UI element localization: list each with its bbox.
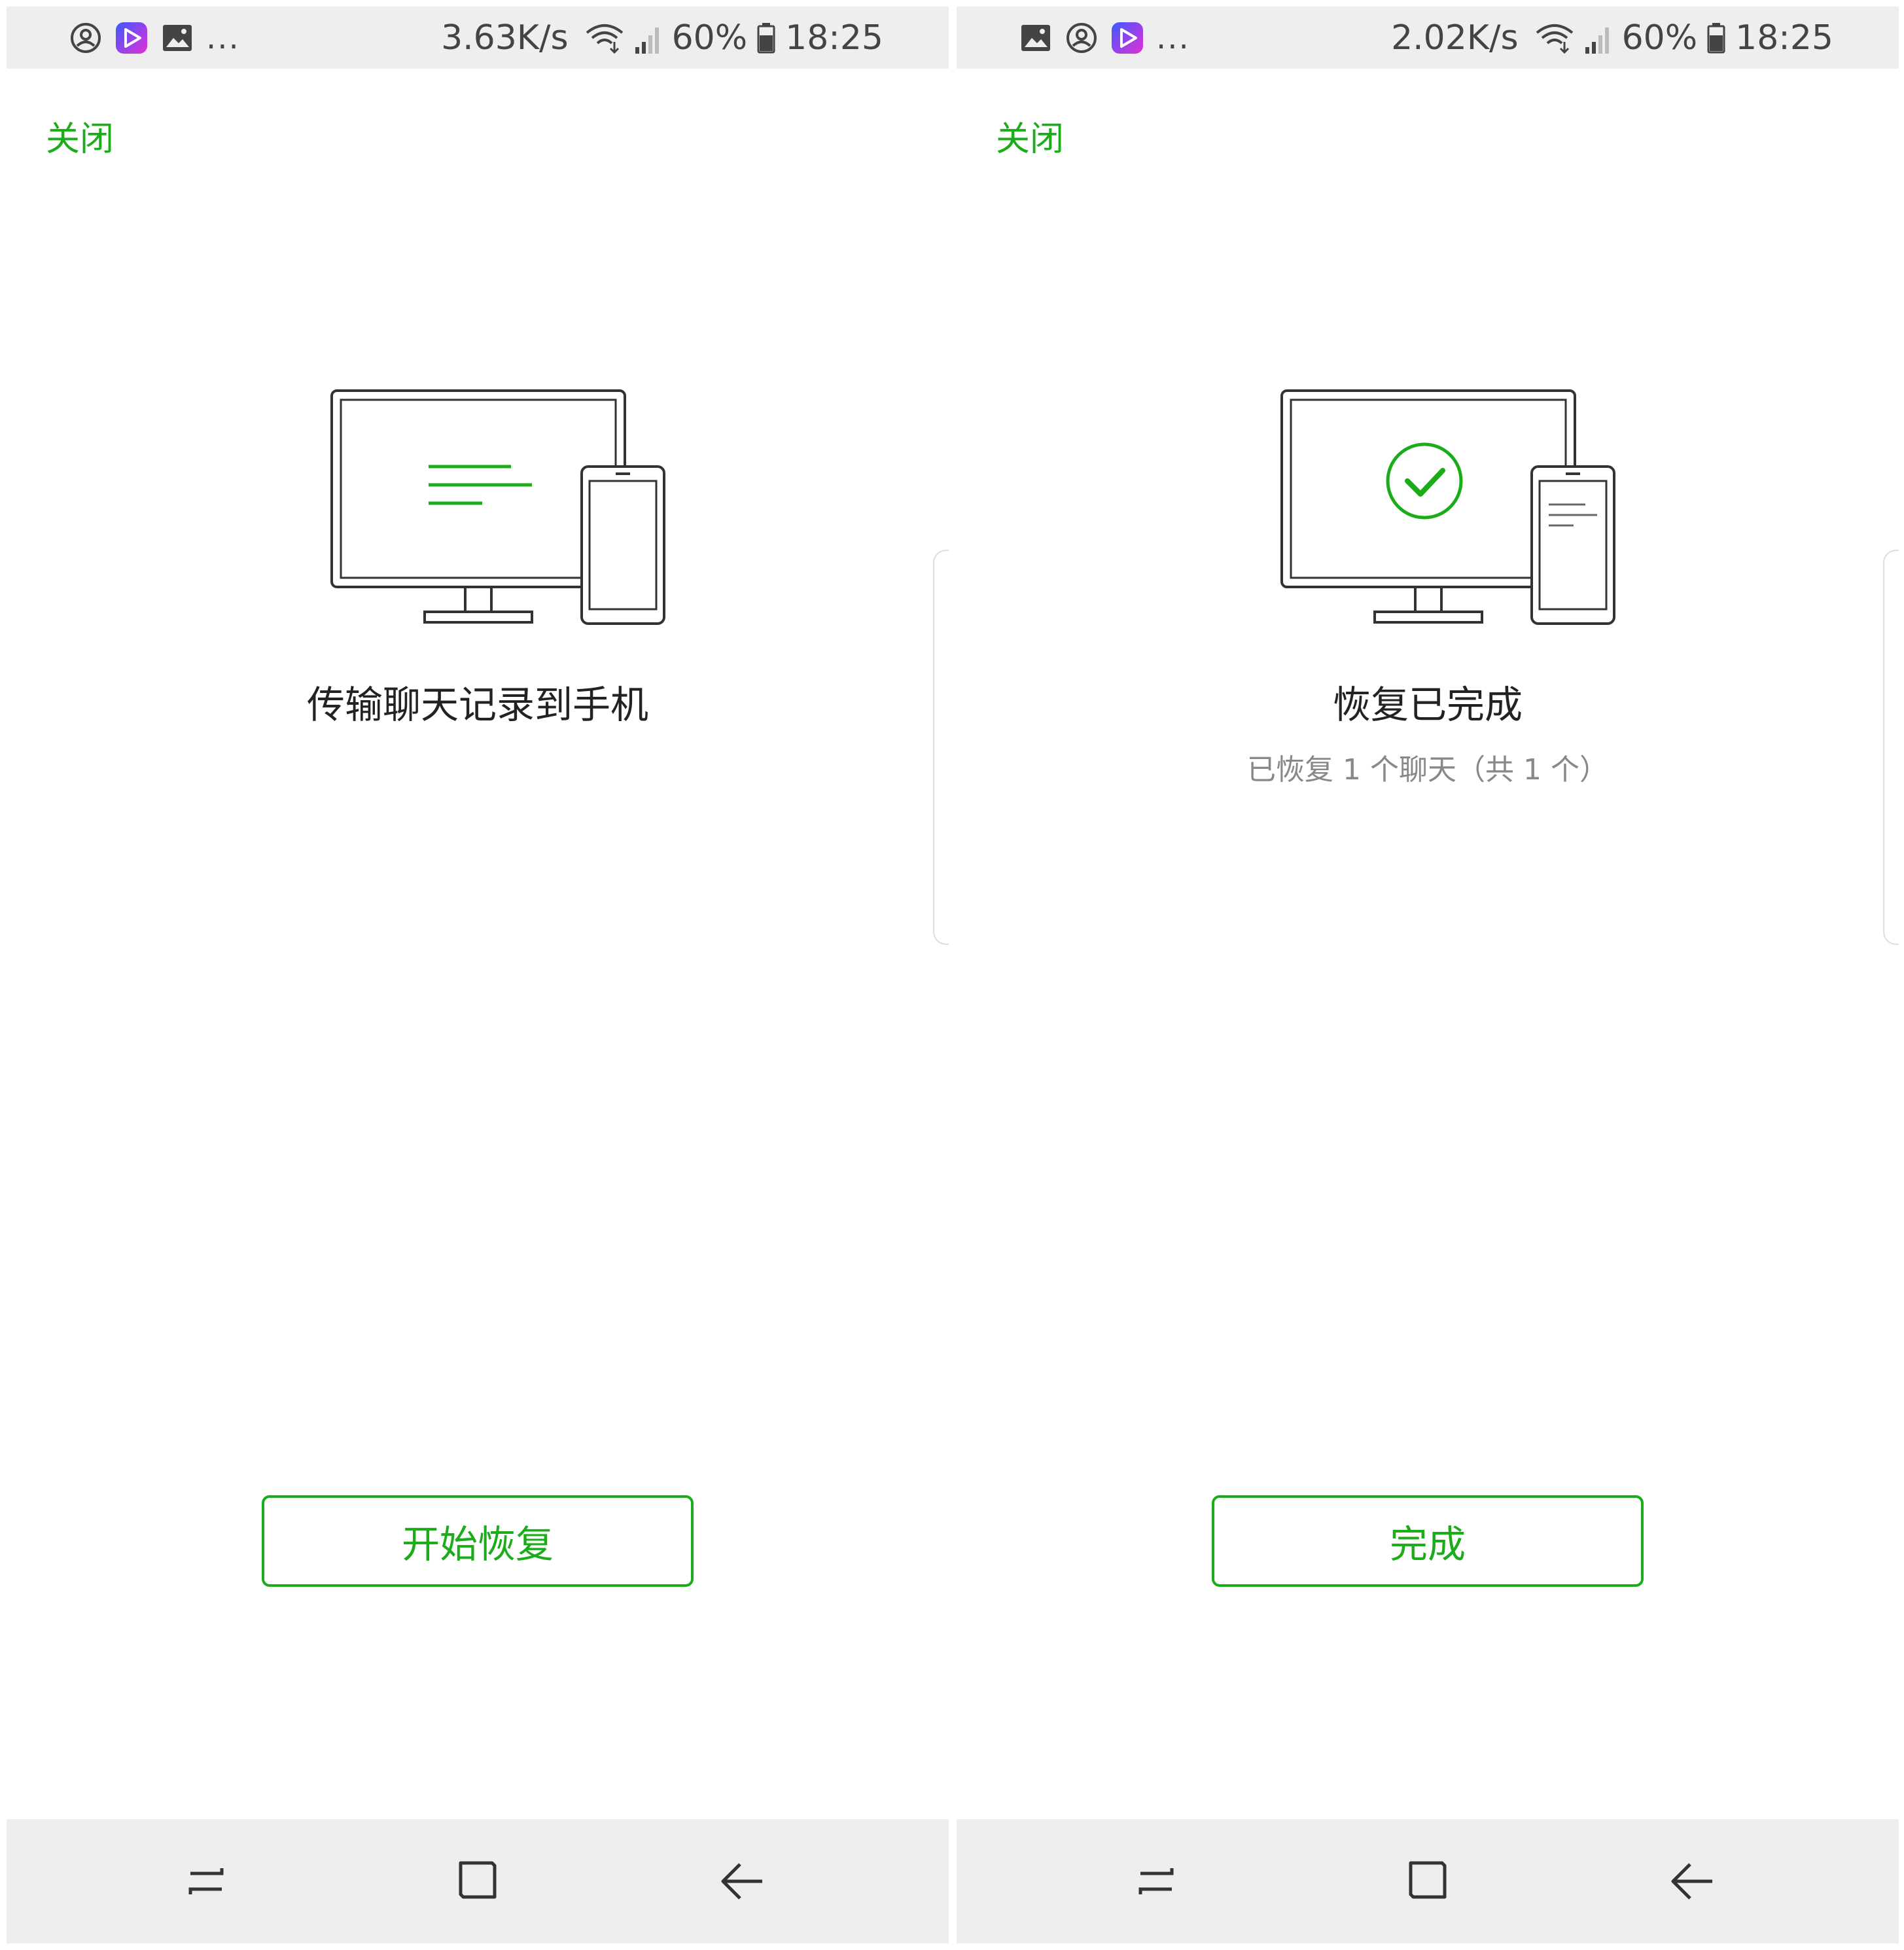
navigation-bar bbox=[7, 1819, 949, 1943]
battery-percent: 60% bbox=[671, 18, 748, 58]
notification-icons: ... bbox=[1019, 18, 1190, 58]
back-icon[interactable] bbox=[716, 1855, 769, 1907]
recent-apps-icon[interactable] bbox=[180, 1855, 232, 1907]
gallery-icon bbox=[1021, 25, 1050, 51]
clock: 18:25 bbox=[785, 18, 883, 58]
wifi-icon bbox=[586, 24, 623, 54]
checkmark-icon bbox=[1386, 442, 1463, 520]
more-notifications: ... bbox=[1156, 20, 1190, 56]
monitor-phone-icon bbox=[1280, 389, 1615, 625]
monitor-phone-icon bbox=[330, 389, 665, 625]
restore-summary: 已恢复 1 个聊天（共 1 个） bbox=[1247, 753, 1608, 787]
home-icon[interactable] bbox=[451, 1855, 504, 1907]
gallery-icon bbox=[163, 25, 192, 51]
network-speed: 3.63K/s bbox=[441, 18, 569, 58]
account-icon bbox=[71, 23, 101, 53]
screen-restore-complete: ... 2.02K/s 60% 18:25 关闭 恢复已完成 已恢复 1 个聊天… bbox=[957, 7, 1899, 1943]
account-icon bbox=[1067, 23, 1097, 53]
battery-percent: 60% bbox=[1621, 18, 1698, 58]
video-app-icon bbox=[1112, 22, 1143, 54]
notification-icons: ... bbox=[69, 18, 240, 58]
back-icon[interactable] bbox=[1666, 1855, 1719, 1907]
battery-icon bbox=[757, 23, 775, 54]
close-button[interactable]: 关闭 bbox=[46, 111, 114, 160]
more-notifications: ... bbox=[206, 20, 240, 56]
recent-apps-icon[interactable] bbox=[1130, 1855, 1182, 1907]
signal-icon bbox=[635, 27, 659, 54]
edge-panel-handle[interactable] bbox=[933, 550, 949, 945]
page-title: 传输聊天记录到手机 bbox=[306, 682, 648, 727]
battery-icon bbox=[1707, 23, 1725, 54]
close-button[interactable]: 关闭 bbox=[996, 111, 1064, 160]
status-bar: ... 2.02K/s 60% 18:25 bbox=[957, 7, 1899, 69]
network-speed: 2.02K/s bbox=[1391, 18, 1519, 58]
video-app-icon bbox=[116, 22, 147, 54]
status-right: 3.63K/s 60% 18:25 bbox=[441, 18, 883, 58]
signal-icon bbox=[1585, 27, 1609, 54]
clock: 18:25 bbox=[1735, 18, 1833, 58]
start-restore-button[interactable]: 开始恢复 bbox=[262, 1495, 694, 1587]
screen-transfer: ... 3.63K/s 60% 18:25 关闭 传输聊天记录到手机 开始恢复 bbox=[7, 7, 949, 1943]
status-bar: ... 3.63K/s 60% 18:25 bbox=[7, 7, 949, 69]
navigation-bar bbox=[957, 1819, 1899, 1943]
done-button[interactable]: 完成 bbox=[1212, 1495, 1644, 1587]
edge-panel-handle[interactable] bbox=[1883, 550, 1899, 945]
status-right: 2.02K/s 60% 18:25 bbox=[1391, 18, 1833, 58]
wifi-icon bbox=[1536, 24, 1573, 54]
home-icon[interactable] bbox=[1402, 1855, 1454, 1907]
page-title: 恢复已完成 bbox=[1332, 682, 1523, 727]
